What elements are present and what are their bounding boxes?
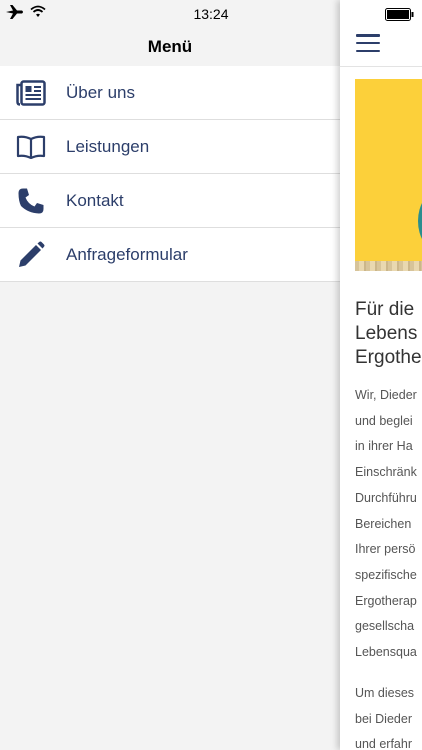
content-panel[interactable]: Für die Lebens Ergothe Wir, Dieder und b… bbox=[340, 0, 422, 750]
pencil-icon bbox=[15, 239, 47, 271]
menu-item-kontakt[interactable]: Kontakt bbox=[0, 174, 340, 228]
menu-list: Über uns Leistungen Kontakt Anfrageformu… bbox=[0, 66, 340, 282]
menu-item-label: Kontakt bbox=[66, 190, 124, 210]
menu-title: Menü bbox=[147, 37, 193, 56]
menu-item-leistungen[interactable]: Leistungen bbox=[0, 120, 340, 174]
newspaper-icon bbox=[15, 77, 47, 109]
phone-icon bbox=[15, 185, 47, 217]
menu-item-label: Anfrageformular bbox=[66, 244, 188, 264]
battery-icon bbox=[385, 8, 415, 26]
hero-image bbox=[355, 79, 422, 271]
hero-strip bbox=[355, 261, 422, 271]
menu-item-label: Leistungen bbox=[66, 136, 150, 156]
content-paragraph-2: Um dieses bei Dieder und erfahr bbox=[355, 686, 415, 750]
menu-item-label: Über uns bbox=[66, 82, 135, 102]
content-heading: Für die Lebens Ergothe bbox=[355, 299, 422, 368]
content-paragraph: Wir, Dieder und beglei in ihrer Ha Einsc… bbox=[355, 388, 417, 660]
hamburger-menu-icon[interactable] bbox=[356, 34, 380, 52]
menu-item-anfrageformular[interactable]: Anfrageformular bbox=[0, 228, 340, 282]
hero-graphic bbox=[418, 191, 422, 251]
book-icon bbox=[15, 131, 47, 163]
divider bbox=[340, 66, 422, 67]
side-menu: Menü Über uns Leistungen Kontakt Anfrage… bbox=[0, 0, 340, 750]
menu-header: Menü bbox=[0, 28, 340, 67]
menu-item-ueber-uns[interactable]: Über uns bbox=[0, 66, 340, 120]
